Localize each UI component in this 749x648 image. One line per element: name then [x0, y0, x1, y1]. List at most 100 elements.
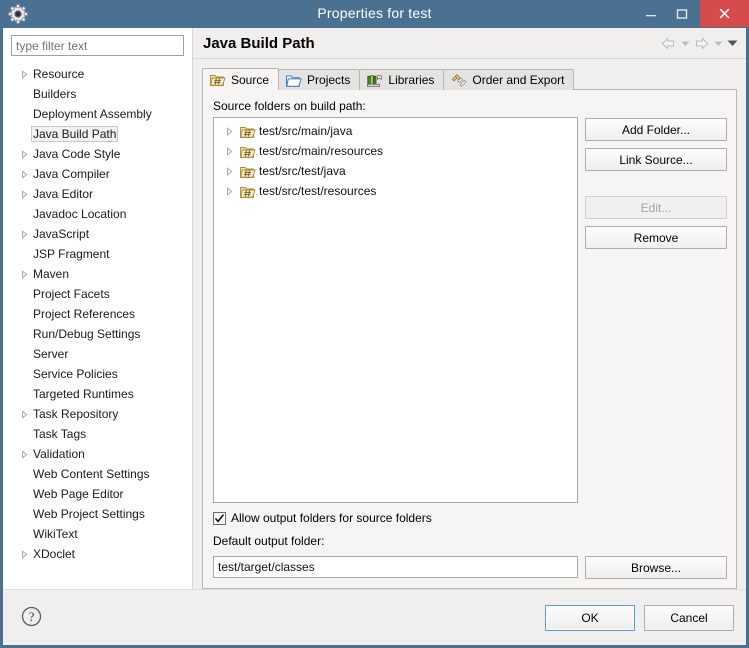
sidebar-item-web-page-editor[interactable]: Web Page Editor: [3, 484, 192, 504]
order-export-icon: [451, 73, 467, 88]
tab-libraries[interactable]: Libraries: [359, 69, 444, 90]
back-arrow-icon[interactable]: [660, 35, 677, 51]
sidebar-item-label: Web Project Settings: [31, 506, 147, 522]
expand-twisty-icon[interactable]: [17, 150, 31, 159]
sidebar-item-label: Web Page Editor: [31, 486, 126, 502]
sidebar-item-xdoclet[interactable]: XDoclet: [3, 544, 192, 564]
tab-source[interactable]: Source: [202, 68, 279, 90]
sidebar-item-java-build-path[interactable]: Java Build Path: [3, 124, 192, 144]
expand-twisty-icon[interactable]: [222, 187, 236, 196]
tab-order-and-export[interactable]: Order and Export: [443, 69, 574, 90]
filter-input[interactable]: [11, 35, 184, 56]
default-output-folder-input[interactable]: [213, 556, 578, 578]
sidebar-item-project-references[interactable]: Project References: [3, 304, 192, 324]
sidebar-item-java-code-style[interactable]: Java Code Style: [3, 144, 192, 164]
dialog-client-area: ResourceBuildersDeployment AssemblyJava …: [3, 28, 746, 645]
sidebar-item-label: JSP Fragment: [31, 246, 111, 262]
sidebar-item-resource[interactable]: Resource: [3, 64, 192, 84]
sidebar-item-validation[interactable]: Validation: [3, 444, 192, 464]
sidebar-item-javascript[interactable]: JavaScript: [3, 224, 192, 244]
sidebar-item-web-project-settings[interactable]: Web Project Settings: [3, 504, 192, 524]
add-folder-button[interactable]: Add Folder...: [585, 118, 727, 141]
tab-label: Order and Export: [472, 73, 564, 87]
source-folder-icon: [210, 72, 226, 87]
source-folder-label: test/src/main/resources: [259, 144, 383, 158]
sidebar-item-label: Builders: [31, 86, 78, 102]
sidebar-item-label: Resource: [31, 66, 86, 82]
sidebar-item-task-repository[interactable]: Task Repository: [3, 404, 192, 424]
sidebar-item-java-editor[interactable]: Java Editor: [3, 184, 192, 204]
sidebar-item-wikitext[interactable]: WikiText: [3, 524, 192, 544]
sidebar-item-java-compiler[interactable]: Java Compiler: [3, 164, 192, 184]
sidebar-item-server[interactable]: Server: [3, 344, 192, 364]
sidebar-item-task-tags[interactable]: Task Tags: [3, 424, 192, 444]
expand-twisty-icon[interactable]: [17, 230, 31, 239]
default-output-folder-label: Default output folder:: [213, 534, 727, 548]
expand-twisty-icon[interactable]: [17, 450, 31, 459]
sidebar-item-deployment-assembly[interactable]: Deployment Assembly: [3, 104, 192, 124]
close-icon[interactable]: [700, 0, 749, 27]
expand-twisty-icon[interactable]: [17, 550, 31, 559]
sidebar-item-project-facets[interactable]: Project Facets: [3, 284, 192, 304]
sidebar-item-label: Task Tags: [31, 426, 88, 442]
sidebar-item-service-policies[interactable]: Service Policies: [3, 364, 192, 384]
maximize-icon[interactable]: [666, 0, 697, 27]
expand-twisty-icon[interactable]: [17, 70, 31, 79]
remove-button[interactable]: Remove: [585, 226, 727, 249]
sidebar-item-label: Task Repository: [31, 406, 120, 422]
help-icon[interactable]: ?: [21, 606, 42, 630]
allow-output-folders-label: Allow output folders for source folders: [231, 511, 432, 525]
source-folders-row: test/src/main/java test/src/main/resource…: [213, 117, 727, 503]
expand-twisty-icon[interactable]: [17, 170, 31, 179]
sidebar-item-label: Server: [31, 346, 70, 362]
sidebar-item-javadoc-location[interactable]: Javadoc Location: [3, 204, 192, 224]
chevron-down-icon[interactable]: [712, 35, 724, 51]
sidebar-item-targeted-runtimes[interactable]: Targeted Runtimes: [3, 384, 192, 404]
source-folder-row[interactable]: test/src/main/resources: [214, 141, 577, 161]
source-folder-row[interactable]: test/src/main/java: [214, 121, 577, 141]
chevron-down-icon[interactable]: [679, 35, 691, 51]
source-tab-panel: Source folders on build path: test/src/m…: [202, 89, 737, 589]
sidebar-item-web-content-settings[interactable]: Web Content Settings: [3, 464, 192, 484]
source-folder-row[interactable]: test/src/test/java: [214, 161, 577, 181]
sidebar-item-maven[interactable]: Maven: [3, 264, 192, 284]
tab-projects[interactable]: Projects: [278, 69, 360, 90]
browse-button[interactable]: Browse...: [585, 556, 727, 579]
sidebar-item-label: Java Compiler: [31, 166, 112, 182]
settings-content-pane: Java Build Path: [193, 28, 746, 589]
sidebar-item-run-debug-settings[interactable]: Run/Debug Settings: [3, 324, 192, 344]
forward-arrow-icon[interactable]: [693, 35, 710, 51]
link-source-button[interactable]: Link Source...: [585, 148, 727, 171]
expand-twisty-icon[interactable]: [17, 270, 31, 279]
expand-twisty-icon[interactable]: [17, 190, 31, 199]
allow-output-folders-row[interactable]: Allow output folders for source folders: [213, 511, 727, 525]
title-bar: Properties for test: [0, 0, 749, 28]
expand-twisty-icon[interactable]: [222, 127, 236, 136]
source-folder-label: test/src/main/java: [259, 124, 352, 138]
tab-label: Projects: [307, 73, 350, 87]
settings-tree: Resource Builders Deployment Assembly Java …: [3, 63, 192, 589]
sidebar-item-label: Javadoc Location: [31, 206, 128, 222]
source-folder-icon: [239, 123, 256, 139]
sidebar-item-label: Java Build Path: [31, 126, 118, 142]
sidebar-item-jsp-fragment[interactable]: JSP Fragment: [3, 244, 192, 264]
dialog-body: ResourceBuildersDeployment AssemblyJava …: [3, 28, 746, 589]
footer-buttons: OK Cancel: [545, 605, 734, 631]
sidebar-item-label: Targeted Runtimes: [31, 386, 136, 402]
edit-button: Edit...: [585, 196, 727, 219]
source-folder-row[interactable]: test/src/test/resources: [214, 181, 577, 201]
expand-twisty-icon[interactable]: [222, 167, 236, 176]
allow-output-folders-checkbox[interactable]: [213, 512, 226, 525]
source-folders-list[interactable]: test/src/main/java test/src/main/resource…: [213, 117, 578, 503]
dialog-footer: ? OK Cancel: [3, 589, 746, 645]
properties-dialog-window: Properties for test Resource Builders Depl…: [0, 0, 749, 648]
expand-twisty-icon[interactable]: [17, 410, 31, 419]
expand-twisty-icon[interactable]: [222, 147, 236, 156]
source-folders-label: Source folders on build path:: [213, 99, 727, 113]
view-menu-chevron-down-icon[interactable]: [726, 35, 738, 51]
ok-button[interactable]: OK: [545, 605, 635, 631]
cancel-button[interactable]: Cancel: [644, 605, 734, 631]
minimize-icon[interactable]: [635, 0, 666, 27]
sidebar-item-label: Service Policies: [31, 366, 120, 382]
sidebar-item-builders[interactable]: Builders: [3, 84, 192, 104]
